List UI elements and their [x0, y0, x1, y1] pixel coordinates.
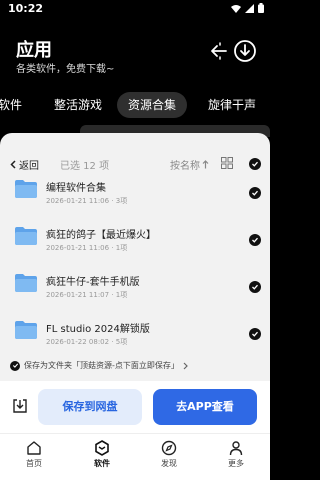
- status-icons: [231, 3, 264, 13]
- save-note-text: 保存为文件夹「顶菇资源-点下面立即保存」: [24, 361, 179, 370]
- tab-software[interactable]: 软件: [0, 92, 22, 118]
- resource-sheet: 返回 已选 12 项 按名称 编程软件合集 2026-01-21 11:06 ·…: [0, 133, 270, 480]
- import-icon[interactable]: [12, 398, 28, 414]
- page-title: 应用: [16, 40, 52, 61]
- save-to-drive-button[interactable]: 保存到网盘: [38, 389, 142, 425]
- nav-label: 软件: [94, 459, 110, 468]
- bottom-nav: 首页 软件 发现 更多: [0, 436, 270, 480]
- file-checkbox[interactable]: [249, 187, 261, 199]
- wifi-icon: [231, 4, 241, 13]
- file-name: 疯狂牛仔-套牛手机版: [46, 277, 140, 288]
- page-subtitle: 各类软件，免费下载~: [16, 64, 115, 75]
- file-meta: 2026-01-21 11:07 · 1项: [46, 291, 128, 299]
- folder-icon: [15, 274, 37, 292]
- folder-icon: [15, 180, 37, 198]
- checkmark-icon: [252, 190, 258, 196]
- nav-item-software[interactable]: 软件: [82, 440, 122, 469]
- nav-label: 更多: [228, 459, 244, 468]
- file-checkbox[interactable]: [249, 328, 261, 340]
- file-row[interactable]: 疯狂的鸽子【最近爆火】 2026-01-21 11:06 · 1项: [0, 212, 270, 258]
- sheet-actions: 保存到网盘 去APP查看 首页 软件 发现 更多: [0, 381, 270, 480]
- file-row[interactable]: FL studio 2024解锁版 2026-01-22 08:02 · 5项: [0, 306, 270, 352]
- tab-vocals[interactable]: 旋律干声: [208, 92, 256, 118]
- checkmark-icon: [12, 363, 18, 368]
- status-time: 10:22: [8, 2, 44, 15]
- nav-item-discover[interactable]: 发现: [149, 440, 189, 469]
- file-row[interactable]: 疯狂牛仔-套牛手机版 2026-01-21 11:07 · 1项: [0, 259, 270, 305]
- nav-item-more[interactable]: 更多: [216, 440, 256, 469]
- app-icon: [95, 440, 109, 456]
- tab-games[interactable]: 整活游戏: [54, 92, 102, 118]
- app-header: 应用 各类软件，免费下载~: [0, 22, 270, 80]
- checkmark-icon: [252, 284, 258, 290]
- file-checkbox[interactable]: [249, 234, 261, 246]
- save-option-checkbox[interactable]: [10, 360, 20, 371]
- status-bar: 10:22: [0, 0, 270, 18]
- person-icon: [229, 441, 243, 456]
- checkmark-icon: [252, 237, 258, 243]
- checkmark-icon: [252, 331, 258, 337]
- tab-resources[interactable]: 资源合集: [117, 92, 188, 118]
- open-in-app-button[interactable]: 去APP查看: [153, 389, 257, 425]
- category-tabs: 软件 整活游戏 资源合集 旋律干声: [0, 92, 270, 120]
- home-icon: [27, 441, 41, 455]
- file-meta: 2026-01-21 11:06 · 1项: [46, 244, 128, 252]
- save-as-folder-option[interactable]: 保存为文件夹「顶菇资源-点下面立即保存」: [10, 360, 188, 371]
- signal-icon: [245, 3, 254, 13]
- download-icon[interactable]: [233, 39, 257, 63]
- file-name: 疯狂的鸽子【最近爆火】: [46, 230, 156, 241]
- battery-icon: [258, 3, 264, 13]
- file-name: FL studio 2024解锁版: [46, 324, 150, 335]
- nav-label: 首页: [26, 459, 42, 468]
- share-icon[interactable]: [206, 40, 228, 62]
- nav-item-home[interactable]: 首页: [14, 440, 54, 469]
- divider: [0, 433, 270, 434]
- file-name: 编程软件合集: [46, 183, 106, 194]
- chevron-right-icon: [183, 362, 188, 369]
- folder-icon: [15, 227, 37, 245]
- compass-icon: [161, 440, 177, 456]
- file-checkbox[interactable]: [249, 281, 261, 293]
- file-meta: 2026-01-22 08:02 · 5项: [46, 338, 128, 346]
- nav-label: 发现: [161, 459, 177, 468]
- file-row[interactable]: 编程软件合集 2026-01-21 11:06 · 3项: [0, 165, 270, 211]
- file-meta: 2026-01-21 11:06 · 3项: [46, 197, 128, 205]
- folder-icon: [15, 321, 37, 339]
